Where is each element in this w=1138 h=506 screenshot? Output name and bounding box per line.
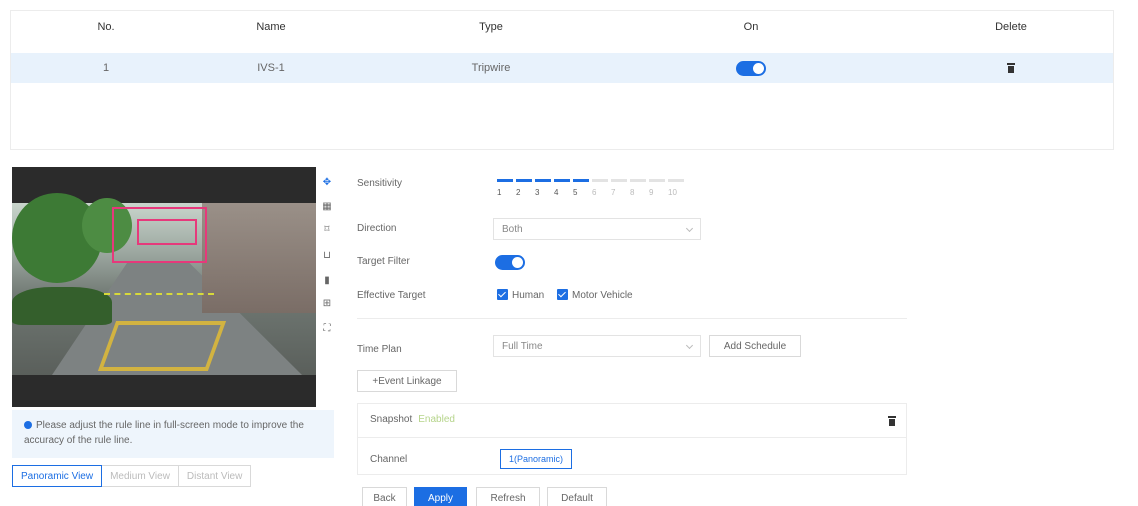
snapshot-status: Enabled [418, 414, 455, 425]
draw-rule-icon[interactable]: ⌑ [321, 223, 333, 235]
fullscreen-icon[interactable]: ⛶ [321, 322, 333, 334]
header-delete: Delete [995, 21, 1027, 33]
row-name: IVS-1 [257, 62, 285, 74]
sensitivity-tick: 10 [668, 188, 677, 197]
info-text: Please adjust the rule line in full-scre… [24, 420, 304, 446]
target-size-icon[interactable]: ⊔ [321, 249, 333, 261]
sensitivity-bar[interactable] [573, 179, 589, 182]
row-no: 1 [102, 62, 110, 74]
refresh-button[interactable]: Refresh [476, 487, 540, 506]
snapshot-label: Snapshot [370, 414, 413, 425]
sensitivity-bar[interactable] [497, 179, 513, 182]
sensitivity-bar[interactable] [516, 179, 532, 182]
sensitivity-bar[interactable] [592, 179, 608, 182]
checkbox-checked-icon[interactable] [497, 289, 508, 300]
sensitivity-tick: 9 [649, 188, 654, 197]
table-header: No. Name Type On Delete [11, 10, 1113, 43]
time-plan-select[interactable]: Full Time [493, 335, 701, 357]
bush [12, 287, 112, 325]
effective-target-options: Human Motor Vehicle [497, 289, 643, 301]
sensitivity-bar[interactable] [649, 179, 665, 182]
sensitivity-tick: 6 [592, 188, 597, 197]
sensitivity-bar[interactable] [554, 179, 570, 182]
table-row[interactable]: 1 IVS-1 Tripwire [11, 53, 1113, 83]
motor-vehicle-label: Motor Vehicle [572, 290, 633, 301]
tab-panoramic-view[interactable]: Panoramic View [12, 465, 103, 487]
sensitivity-tick: 5 [573, 188, 578, 197]
add-schedule-button[interactable]: Add Schedule [709, 335, 801, 357]
target-filter-toggle[interactable] [495, 255, 525, 270]
apply-button[interactable]: Apply [414, 487, 467, 506]
sensitivity-label: Sensitivity [357, 178, 403, 189]
channel-label: Channel [370, 454, 408, 465]
direction-label: Direction [357, 223, 397, 234]
snapshot-panel: Snapshot Enabled Channel 1(Panoramic) [357, 403, 907, 475]
delete-icon[interactable] [1007, 63, 1015, 73]
preview-toolbar: ✥ ▦ ⌑ ⊔ ▮ ⊞ ⛶ [318, 167, 336, 342]
channel-tag[interactable]: 1(Panoramic) [500, 449, 573, 469]
human-label: Human [512, 290, 545, 301]
default-button[interactable]: Default [547, 487, 607, 506]
info-icon [24, 421, 32, 429]
snapshot-header: Snapshot Enabled [358, 404, 906, 438]
rule-line[interactable] [104, 293, 214, 295]
building [202, 203, 316, 313]
tab-distant-view[interactable]: Distant View [177, 465, 252, 487]
header-no: No. [97, 21, 115, 33]
view-tabs: Panoramic View Medium View Distant View [12, 465, 252, 487]
header-type: Type [479, 21, 503, 33]
divider [357, 318, 907, 319]
sensitivity-tick: 7 [611, 188, 616, 197]
sensitivity-tick: 8 [630, 188, 635, 197]
snapshot-title: Snapshot Enabled [370, 414, 455, 425]
header-on: On [743, 21, 759, 33]
time-plan-label: Time Plan [357, 344, 402, 355]
rule-target-box[interactable] [137, 219, 197, 245]
sensitivity-bar[interactable] [668, 179, 684, 182]
sensitivity-tick: 3 [535, 188, 540, 197]
sensitivity-bar[interactable] [630, 179, 646, 182]
target-filter-label: Target Filter [357, 256, 410, 267]
sensitivity-bar[interactable] [535, 179, 551, 182]
event-linkage-button[interactable]: +Event Linkage [357, 370, 457, 392]
move-icon[interactable]: ✥ [321, 176, 333, 188]
direction-select[interactable]: Both [493, 218, 701, 240]
checkbox-checked-icon[interactable] [557, 289, 569, 300]
sensitivity-bars[interactable] [497, 179, 687, 182]
motor-vehicle-checkbox-option[interactable]: Motor Vehicle [557, 289, 633, 301]
row-enable-toggle-cell [711, 53, 791, 83]
sensitivity-bar[interactable] [611, 179, 627, 182]
row-type: Tripwire [471, 62, 511, 74]
sensitivity-ticks: 1 2 3 4 5 6 7 8 9 10 [497, 188, 687, 197]
rule-table: No. Name Type On Delete 1 IVS-1 Tripwire [10, 10, 1114, 150]
sensitivity-tick: 2 [516, 188, 521, 197]
info-message: Please adjust the rule line in full-scre… [12, 410, 334, 458]
detect-area-icon[interactable]: ⊞ [321, 297, 333, 309]
camera-scene [12, 193, 316, 375]
road-marking [97, 321, 227, 371]
delete-icon[interactable]: ▮ [321, 274, 333, 286]
header-name: Name [256, 21, 286, 33]
back-button[interactable]: Back [362, 487, 407, 506]
sensitivity-tick: 1 [497, 188, 502, 197]
tab-medium-view[interactable]: Medium View [101, 465, 179, 487]
row-enable-toggle[interactable] [736, 60, 766, 76]
delete-icon[interactable] [888, 416, 896, 426]
row-delete-cell [971, 53, 1051, 83]
sensitivity-tick: 4 [554, 188, 559, 197]
video-preview[interactable] [12, 167, 316, 407]
human-checkbox-option[interactable]: Human [497, 289, 545, 301]
effective-target-label: Effective Target [357, 290, 426, 301]
sensitivity-slider[interactable]: 1 2 3 4 5 6 7 8 9 10 [497, 179, 687, 197]
grid-icon[interactable]: ▦ [321, 200, 333, 212]
